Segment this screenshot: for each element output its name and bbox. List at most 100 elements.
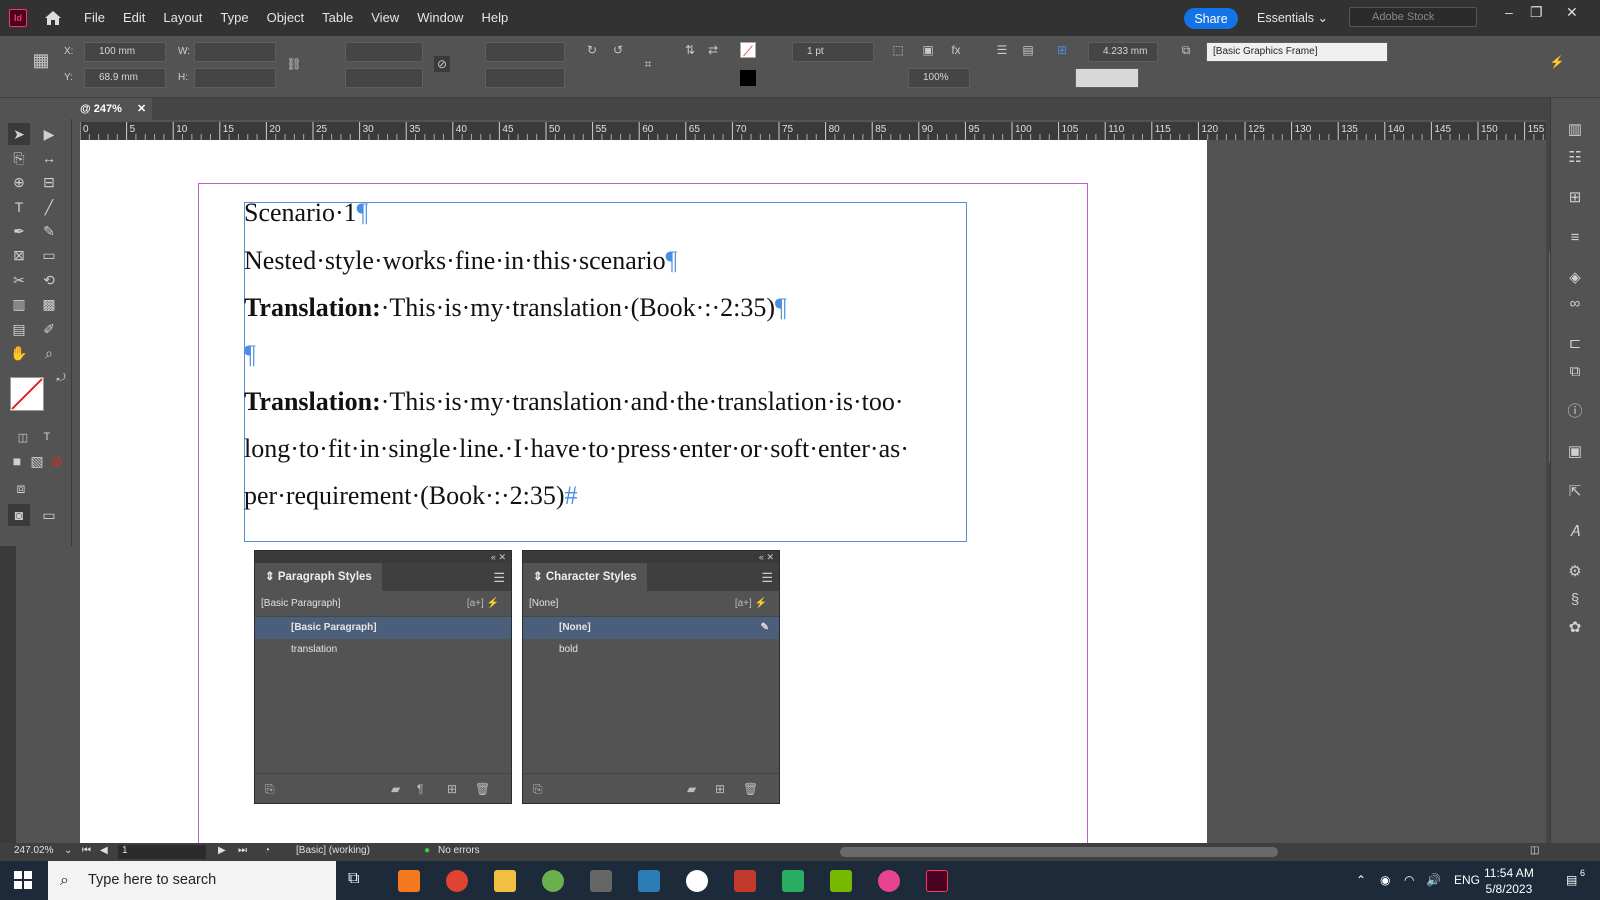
app-icon-inkscape[interactable] bbox=[590, 870, 612, 892]
object-style-select[interactable]: [Basic Graphics Frame] bbox=[1206, 42, 1388, 62]
delete-style-icon[interactable]: 🗑 bbox=[475, 782, 490, 796]
clock[interactable]: 11:54 AM 5/8/2023 bbox=[1484, 865, 1534, 897]
wifi-icon[interactable]: ◠ bbox=[1404, 861, 1414, 900]
pathfinder-icon[interactable]: ⧉ bbox=[1565, 362, 1585, 382]
stroke-color-icon[interactable] bbox=[740, 70, 756, 86]
align-icon[interactable]: ⊏ bbox=[1565, 334, 1585, 354]
object-styles-icon[interactable]: ✿ bbox=[1565, 618, 1585, 638]
links-icon[interactable]: ∞ bbox=[1565, 294, 1585, 314]
format-text-icon[interactable]: T bbox=[36, 426, 58, 448]
constrain-proportions-icon[interactable]: ⛓ bbox=[286, 56, 302, 72]
restore-icon[interactable]: ❐ bbox=[1530, 4, 1543, 21]
app-icon-blue[interactable] bbox=[638, 870, 660, 892]
free-transform-tool-icon[interactable]: ⟲ bbox=[38, 269, 60, 291]
app-icon-green[interactable] bbox=[542, 870, 564, 892]
close-icon[interactable]: ✕ bbox=[498, 552, 506, 562]
fill-none-icon[interactable]: ⟋ bbox=[740, 42, 756, 59]
opacity-field[interactable]: 100% bbox=[908, 68, 970, 88]
width-field[interactable] bbox=[194, 42, 276, 62]
next-page-icon[interactable]: ▶ bbox=[218, 845, 226, 856]
x-position-field[interactable]: 100 mm bbox=[84, 42, 166, 62]
select-content-icon[interactable]: ⇄ bbox=[705, 42, 721, 58]
preflight-profile[interactable]: [Basic] (working) bbox=[296, 845, 370, 856]
notifications-icon[interactable]: ▤ bbox=[1566, 861, 1577, 900]
close-icon[interactable]: ✕ bbox=[1566, 4, 1578, 21]
zoom-tool-icon[interactable]: ⌕ bbox=[38, 342, 60, 364]
app-icon-sheet-1[interactable] bbox=[734, 870, 756, 892]
close-tab-icon[interactable]: ✕ bbox=[137, 103, 146, 115]
close-icon[interactable]: ✕ bbox=[766, 552, 774, 562]
error-status[interactable]: No errors bbox=[438, 845, 480, 856]
content-placer-icon[interactable]: ⊟ bbox=[38, 171, 60, 193]
gap-tool-icon[interactable]: ↔ bbox=[38, 147, 60, 169]
menu-edit[interactable]: Edit bbox=[114, 0, 154, 36]
new-group-icon[interactable]: ▰ bbox=[391, 782, 400, 796]
swatch-field[interactable] bbox=[1075, 68, 1139, 88]
network-icon[interactable]: ◉ bbox=[1380, 861, 1390, 900]
new-style-icon[interactable]: ⊞ bbox=[715, 782, 725, 796]
stroke-weight-field[interactable]: 1 pt bbox=[792, 42, 874, 62]
workspace-switcher[interactable]: Essentials ⌄ bbox=[1257, 10, 1328, 25]
new-style-icon[interactable]: ⊞ bbox=[447, 782, 457, 796]
last-page-icon[interactable]: ⏭ bbox=[238, 845, 247, 856]
layers-icon[interactable]: ◈ bbox=[1565, 268, 1585, 288]
text-wrap-icon[interactable]: ▣ bbox=[1565, 442, 1585, 462]
apply-none-icon[interactable]: ⊘ bbox=[46, 450, 68, 472]
gradient-feather-tool-icon[interactable]: ▩ bbox=[38, 293, 60, 315]
fill-swatch[interactable] bbox=[10, 377, 44, 411]
home-icon[interactable] bbox=[43, 8, 63, 28]
style-item-none[interactable]: [None] ✎ bbox=[523, 617, 779, 639]
collapse-icon[interactable]: « bbox=[759, 552, 764, 562]
language-indicator[interactable]: ENG bbox=[1454, 861, 1480, 900]
scale-x-field[interactable] bbox=[345, 42, 423, 62]
volume-icon[interactable]: 🔊 bbox=[1426, 861, 1441, 900]
gap-field[interactable]: 4.233 mm bbox=[1088, 42, 1158, 62]
file-explorer-icon[interactable] bbox=[494, 870, 516, 892]
menu-view[interactable]: View bbox=[362, 0, 408, 36]
effects-icon[interactable]: fx bbox=[948, 42, 964, 58]
menu-file[interactable]: File bbox=[75, 0, 114, 36]
eyedropper-tool-icon[interactable]: ✐ bbox=[38, 318, 60, 340]
corner-options-icon[interactable]: ⬚ bbox=[890, 42, 906, 58]
shear-field[interactable] bbox=[485, 68, 565, 88]
style-item-bold[interactable]: bold bbox=[523, 639, 779, 661]
link-scale-icon[interactable]: ⊘ bbox=[434, 56, 450, 72]
page-tool-icon[interactable]: ⎘ bbox=[8, 147, 30, 169]
menu-type[interactable]: Type bbox=[211, 0, 257, 36]
adobe-stock-search[interactable]: Adobe Stock bbox=[1349, 7, 1477, 27]
share-button[interactable]: Share bbox=[1184, 8, 1238, 29]
nvidia-icon[interactable] bbox=[830, 870, 852, 892]
menu-window[interactable]: Window bbox=[408, 0, 472, 36]
task-view-icon[interactable]: ⧉ bbox=[348, 870, 370, 892]
properties-icon[interactable]: ☷ bbox=[1565, 148, 1585, 168]
creative-cloud-icon[interactable] bbox=[878, 870, 900, 892]
rotation-field[interactable] bbox=[485, 42, 565, 62]
object-style-icon[interactable]: ⧉ bbox=[1178, 42, 1194, 58]
create-style-override-icon[interactable]: [a+] ⚡ bbox=[735, 591, 767, 617]
flip-icon[interactable]: ⇅ bbox=[682, 42, 698, 58]
style-item-basic-paragraph[interactable]: [Basic Paragraph] bbox=[255, 617, 511, 639]
apply-gradient-icon[interactable]: ▧ bbox=[26, 450, 48, 472]
line-tool-icon[interactable]: ╱ bbox=[38, 196, 60, 218]
chevron-down-icon[interactable]: ⌄ bbox=[64, 845, 72, 856]
format-container-icon[interactable]: ◫ bbox=[12, 426, 34, 448]
zoom-level[interactable]: 247.02% bbox=[14, 845, 53, 856]
panel-menu-icon[interactable]: ☰ bbox=[761, 570, 773, 586]
screen-mode-icon[interactable]: ▭ bbox=[38, 504, 60, 526]
apply-color-icon[interactable]: ■ bbox=[6, 450, 28, 472]
note-tool-icon[interactable]: ▤ bbox=[8, 318, 30, 340]
split-window-icon[interactable]: ◫ bbox=[1530, 845, 1539, 856]
first-page-icon[interactable]: ⏮ bbox=[82, 845, 91, 856]
new-group-icon[interactable]: ▰ bbox=[687, 782, 696, 796]
rectangle-tool-icon[interactable]: ▭ bbox=[38, 244, 60, 266]
menu-table[interactable]: Table bbox=[313, 0, 362, 36]
direct-selection-tool-icon[interactable]: ▶ bbox=[38, 123, 60, 145]
text-wrap-icon[interactable]: ▤ bbox=[1020, 42, 1036, 58]
rotate-ccw-icon[interactable]: ↺ bbox=[610, 42, 626, 58]
app-icon-font[interactable] bbox=[686, 870, 708, 892]
paragraph-styles-tab[interactable]: ⇕ Paragraph Styles bbox=[255, 563, 382, 591]
grid-icon[interactable]: ⊞ bbox=[1054, 42, 1070, 58]
character-styles-tab[interactable]: ⇕ Character Styles bbox=[523, 563, 647, 591]
align-left-icon[interactable]: ☰ bbox=[994, 42, 1010, 58]
reference-point-icon[interactable]: ▦ bbox=[28, 51, 54, 78]
